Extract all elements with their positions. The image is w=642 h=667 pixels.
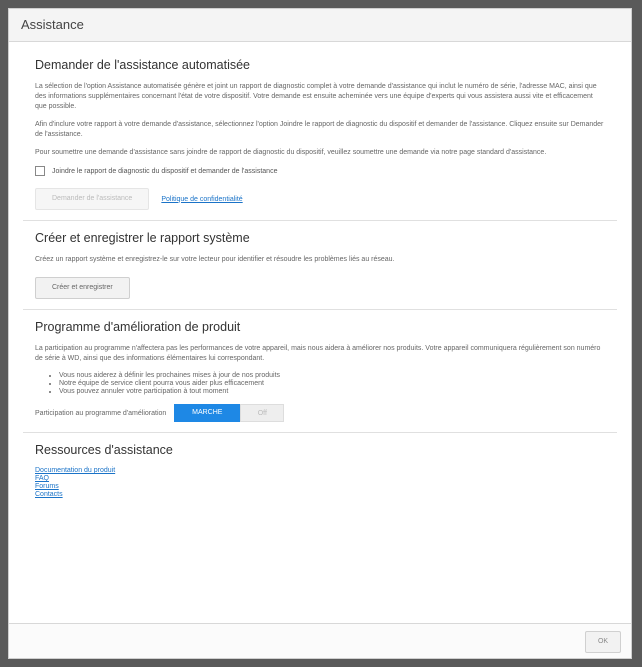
auto-assist-paragraph-3: Pour soumettre une demande d'assistance … [35, 149, 547, 156]
participation-label: Participation au programme d'amélioratio… [35, 409, 167, 417]
support-resources-links: Documentation du produit FAQ Forums Cont… [35, 467, 605, 499]
list-item: Vous nous aiderez à définir les prochain… [59, 372, 605, 380]
toggle-off-option[interactable]: Off [240, 404, 285, 422]
system-report-section: Créer et enregistrer le rapport système … [23, 231, 617, 299]
system-report-actions: Créer et enregistrer [35, 277, 605, 299]
participation-row: Participation au programme d'amélioratio… [35, 404, 605, 422]
dialog-body[interactable]: Demander de l'assistance automatisée La … [9, 42, 631, 624]
auto-assist-section: Demander de l'assistance automatisée La … [23, 58, 617, 210]
auto-assist-paragraph-1: La sélection de l'option Assistance auto… [35, 83, 597, 110]
list-item: Vous pouvez annuler votre participation … [59, 388, 605, 396]
support-resources-section: Ressources d'assistance Documentation du… [23, 443, 617, 499]
attach-report-checkbox[interactable] [35, 166, 45, 176]
ok-button[interactable]: OK [585, 631, 621, 653]
auto-assist-actions: Demander de l'assistance Politique de co… [35, 188, 605, 210]
privacy-policy-link[interactable]: Politique de confidentialité [161, 196, 242, 203]
participation-toggle[interactable]: MARCHE Off [174, 404, 285, 422]
request-assistance-button[interactable]: Demander de l'assistance [35, 188, 150, 210]
divider [23, 432, 617, 433]
dialog-footer: OK [9, 623, 631, 658]
toggle-on-option[interactable]: MARCHE [174, 404, 241, 422]
attach-report-row: Joindre le rapport de diagnostic du disp… [35, 166, 605, 176]
create-save-button[interactable]: Créer et enregistrer [35, 277, 130, 299]
contacts-link[interactable]: Contacts [35, 491, 605, 499]
product-docs-link[interactable]: Documentation du produit [35, 467, 605, 475]
improvement-program-heading: Programme d'amélioration de produit [35, 320, 241, 334]
improvement-program-paragraph: La participation au programme n'affecter… [35, 345, 601, 362]
auto-assist-heading: Demander de l'assistance automatisée [35, 58, 251, 72]
system-report-heading: Créer et enregistrer le rapport système [35, 231, 250, 245]
dialog-title: Assistance [9, 9, 631, 42]
divider [23, 309, 617, 310]
faq-link[interactable]: FAQ [35, 475, 605, 483]
support-resources-heading: Ressources d'assistance [35, 443, 173, 457]
improvement-program-section: Programme d'amélioration de produit La p… [23, 320, 617, 422]
forums-link[interactable]: Forums [35, 483, 605, 491]
auto-assist-paragraph-2: Afin d'inclure votre rapport à votre dem… [35, 121, 604, 138]
improvement-benefits-list: Vous nous aiderez à définir les prochain… [35, 372, 605, 396]
list-item: Notre équipe de service client pourra vo… [59, 380, 605, 388]
assistance-dialog: Assistance Demander de l'assistance auto… [8, 8, 632, 659]
attach-report-label[interactable]: Joindre le rapport de diagnostic du disp… [52, 168, 277, 175]
divider [23, 220, 617, 221]
system-report-paragraph: Créez un rapport système et enregistrez-… [35, 256, 395, 263]
